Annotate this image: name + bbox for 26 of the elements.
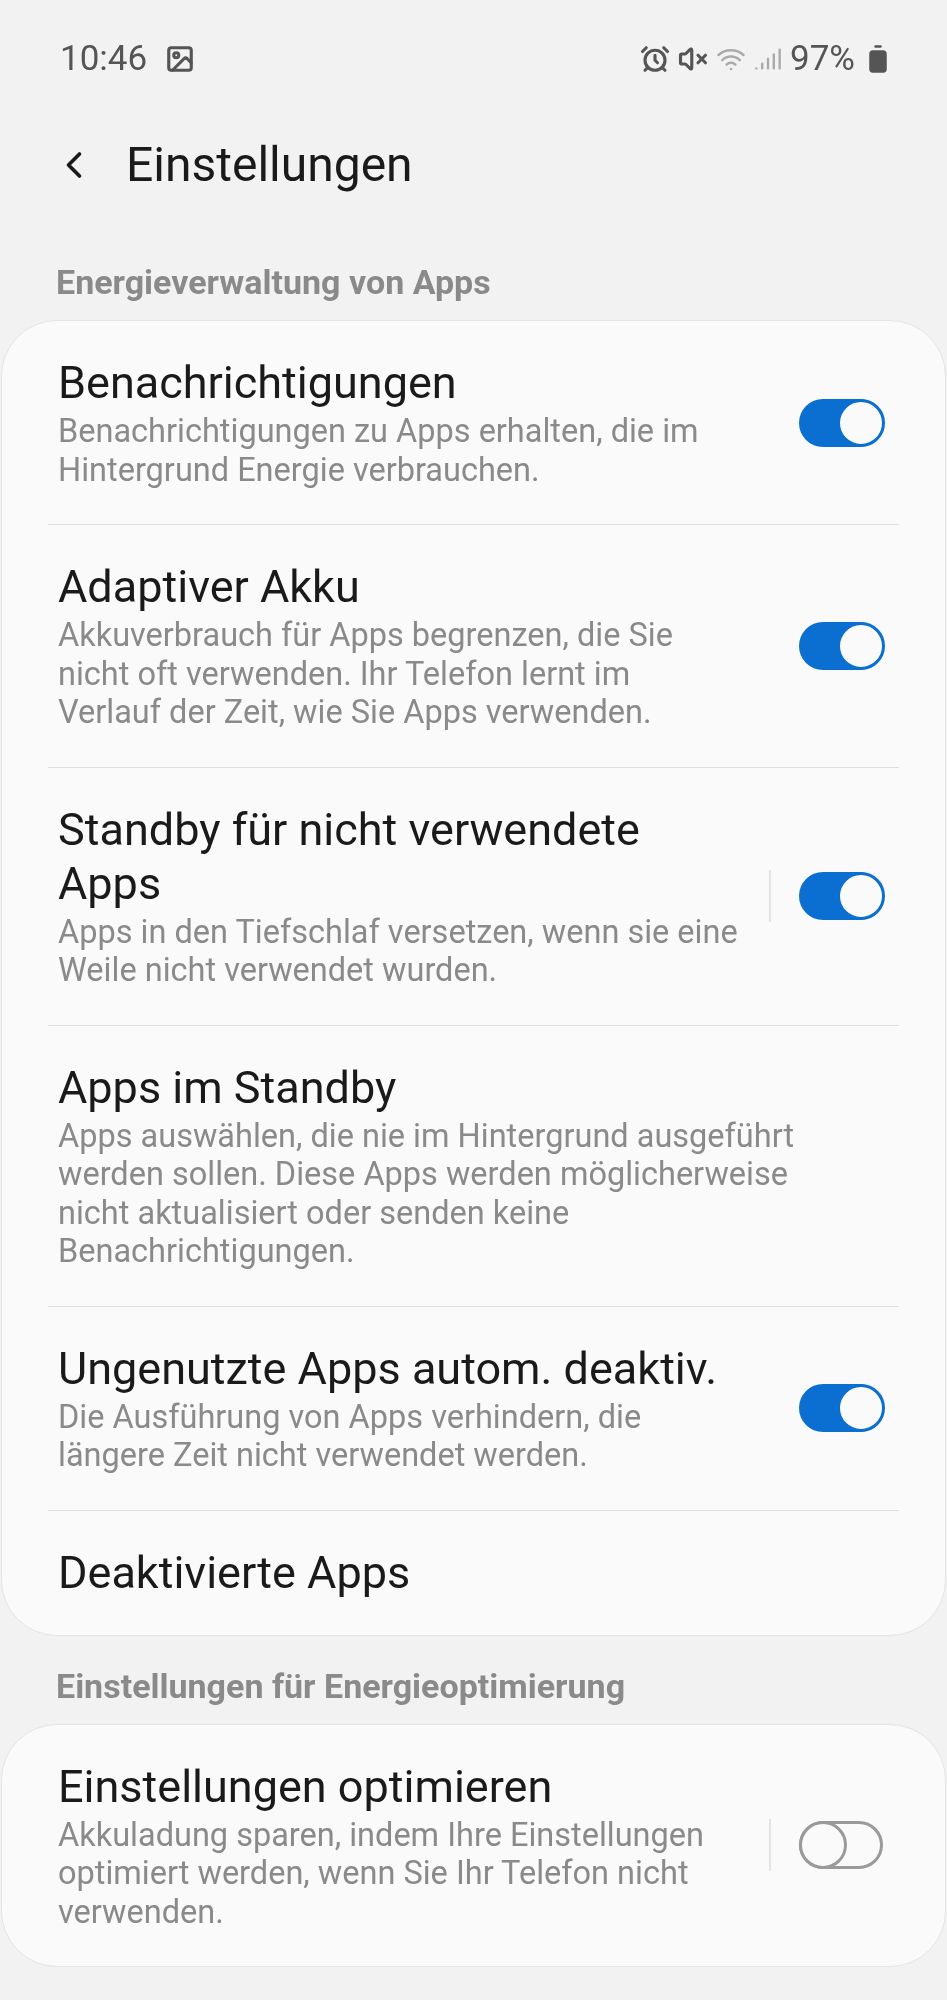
toggle-switch[interactable] [799,1821,883,1870]
toggle-switch[interactable] [799,1384,883,1432]
toggle-switch[interactable] [799,621,883,670]
setting-description: Akkuladung sparen, indem Ihre Einstellungen optimiert werden, wenn Sie Ihr Telefon nicht verwenden. [58,1815,705,1931]
picture-icon [165,44,196,74]
alarm-icon [640,44,670,74]
setting-title[interactable]: Benachrichtigungen [58,356,739,410]
clock-time: 10:46 [60,36,148,81]
section-header: Energieverwaltung von Apps [55,262,492,302]
setting-description: Die Ausführung von Apps verhindern, die längere Zeit nicht verwendet werden. [58,1397,643,1475]
setting-title[interactable]: Apps im Standby [58,1060,819,1115]
mute-icon [678,44,708,74]
section-header: Einstellungen für Energieoptimierung [55,1665,627,1706]
toggle-switch[interactable] [799,872,883,920]
page-title: Einstellungen [126,135,413,195]
setting-description: Akkuverbrauch für Apps begrenzen, die Sie nicht oft verwenden. Ihr Telefon lernt im Verlauf der Zeit, wie Sie Apps verwenden. [58,616,674,732]
setting-title[interactable]: Einstellungen optimieren [58,1759,739,1814]
setting-title[interactable]: Ungenutzte Apps autom. deaktiv. [58,1341,739,1396]
setting-title[interactable]: Deaktivierte Apps [58,1545,819,1600]
setting-title[interactable]: Adaptiver Akku [58,560,739,614]
setting-description: Apps auswählen, die nie im Hintergrund ausgeführt werden sollen. Diese Apps werden möglicherweise nicht aktualisiert oder senden keine Benachrichtigungen. [58,1116,796,1271]
setting-title[interactable]: Standby für nicht verwendete Apps [58,802,739,911]
setting-description: Benachrichtigungen zu Apps erhalten, die im Hintergrund Energie verbrauchen. [58,412,700,489]
battery-percent: 97% [790,36,855,81]
toggle-switch[interactable] [799,398,883,447]
setting-description: Apps in den Tiefschlaf versetzen, wenn sie eine Weile nicht verwendet wurden. [58,912,739,990]
